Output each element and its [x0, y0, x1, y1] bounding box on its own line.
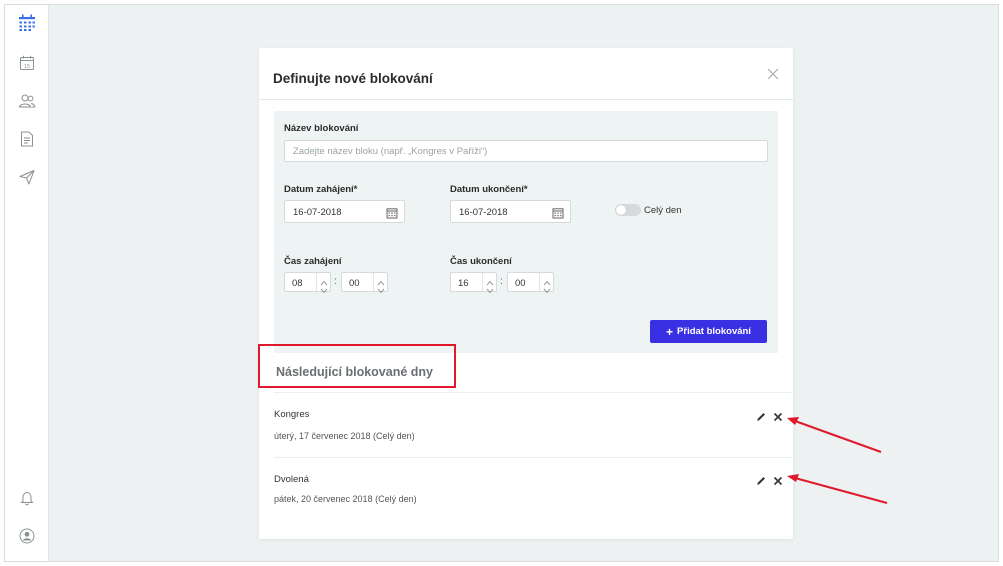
time-separator: : [500, 276, 503, 287]
calendar-day-icon[interactable]: 15 [17, 53, 37, 73]
send-icon[interactable] [17, 167, 37, 187]
block-item-date: pátek, 20 červenec 2018 (Celý den) [274, 494, 417, 504]
edit-icon[interactable] [755, 410, 767, 422]
end-date-label: Datum ukončení* [450, 184, 528, 195]
modal-title: Definujte nové blokování [273, 71, 433, 86]
calendar-icon[interactable] [386, 206, 398, 224]
start-date-field[interactable]: 16-07-2018 [284, 200, 405, 223]
end-time-label: Čas ukončení [450, 256, 512, 267]
end-hour-value: 16 [458, 278, 469, 289]
toggle-knob [616, 205, 626, 215]
start-hour-stepper[interactable]: 08 [284, 272, 331, 294]
block-name-label: Název blokování [284, 123, 359, 134]
chevron-down-icon[interactable] [319, 282, 329, 294]
start-hour-spinner [316, 273, 330, 294]
chevron-down-icon[interactable] [542, 282, 552, 294]
end-minute-stepper[interactable]: 00 [507, 272, 554, 294]
end-hour-stepper[interactable]: 16 [450, 272, 497, 294]
end-minute-value: 00 [515, 278, 526, 289]
start-date-value: 16-07-2018 [293, 207, 342, 218]
chevron-up-icon[interactable] [542, 274, 552, 286]
start-minute-stepper[interactable]: 00 [341, 272, 388, 294]
divider [274, 457, 792, 458]
chevron-up-icon[interactable] [376, 274, 386, 286]
modal-divider [259, 99, 793, 100]
block-item-name: Dvolená [274, 474, 309, 485]
end-date-value: 16-07-2018 [459, 207, 508, 218]
users-icon[interactable] [17, 91, 37, 111]
chevron-down-icon[interactable] [376, 282, 386, 294]
end-hour-spinner [482, 273, 496, 294]
delete-icon[interactable] [772, 474, 784, 486]
end-date-field[interactable]: 16-07-2018 [450, 200, 571, 223]
user-account-icon[interactable] [17, 526, 37, 546]
start-minute-spinner [373, 273, 387, 294]
calendar-grid-icon[interactable] [17, 13, 37, 33]
start-minute-value: 00 [349, 278, 360, 289]
edit-icon[interactable] [755, 474, 767, 486]
all-day-label: Celý den [644, 205, 682, 216]
chevron-up-icon[interactable] [319, 274, 329, 286]
end-minute-spinner [539, 273, 553, 294]
plus-icon: + [666, 324, 674, 339]
define-block-modal: Definujte nové blokování Název blokování… [259, 48, 793, 539]
block-name-input[interactable] [284, 140, 768, 162]
block-item-date: úterý, 17 červenec 2018 (Celý den) [274, 431, 415, 441]
divider [274, 392, 792, 393]
block-item-name: Kongres [274, 409, 310, 420]
annotation-highlight-box [258, 344, 456, 388]
calendar-icon[interactable] [552, 206, 564, 224]
start-time-label: Čas zahájení [284, 256, 342, 267]
delete-icon[interactable] [772, 410, 784, 422]
start-date-label: Datum zahájení* [284, 184, 358, 195]
bell-icon[interactable] [17, 488, 37, 508]
chevron-up-icon[interactable] [485, 274, 495, 286]
add-block-button-label: Přidat blokování [677, 326, 751, 337]
all-day-toggle[interactable] [615, 204, 641, 216]
add-block-button[interactable]: + Přidat blokování [650, 320, 767, 343]
sidebar: 15 [5, 5, 49, 561]
chevron-down-icon[interactable] [485, 282, 495, 294]
block-form: Název blokování Datum zahájení* 16-07-20… [274, 111, 778, 353]
time-separator: : [334, 276, 337, 287]
calendar-day-number: 15 [24, 64, 30, 70]
document-icon[interactable] [17, 129, 37, 149]
close-icon[interactable] [765, 66, 781, 82]
start-hour-value: 08 [292, 278, 303, 289]
